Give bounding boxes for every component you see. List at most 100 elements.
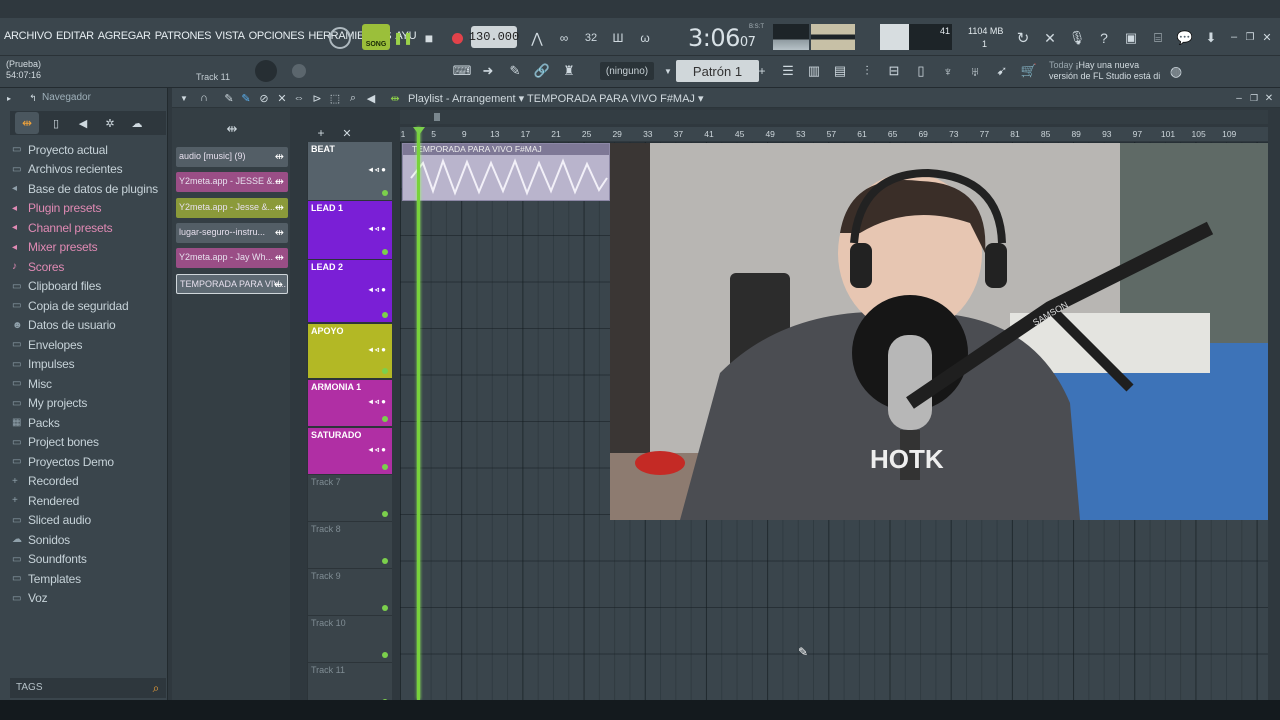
countdown-icon[interactable]: 32	[580, 26, 602, 50]
browser-item[interactable]: ☁ Sonidos	[12, 530, 166, 550]
channel-rack-icon[interactable]: ▤	[830, 60, 850, 82]
piano-roll-icon[interactable]: ▥	[804, 60, 824, 82]
browser-item[interactable]: ▭ Proyecto actual	[12, 140, 166, 160]
clip-item[interactable]: Y2meta.app - Jesse &... ⇹	[176, 197, 288, 218]
track-mute-led[interactable]	[382, 416, 388, 422]
browser-item[interactable]: + Rendered	[12, 491, 166, 511]
track-mute-led[interactable]	[382, 368, 388, 374]
news-panel[interactable]: Today ¡Hay una nueva versión de FL Studio…	[1049, 60, 1160, 82]
menu-agregar[interactable]: AGREGAR	[98, 30, 151, 42]
slip-tool-icon[interactable]: ⇔	[292, 90, 306, 106]
track-mute-led[interactable]	[382, 464, 388, 470]
song-time-display[interactable]: 3:0607	[688, 24, 756, 52]
browser-item[interactable]: ◂ Plugin presets	[12, 199, 166, 219]
horizontal-scrollbar[interactable]	[400, 110, 1268, 124]
arrangement-name[interactable]: TEMPORADA PARA VIVO F#MAJ	[527, 93, 695, 105]
browser-tab-all[interactable]: ⇹	[15, 112, 39, 134]
track-header[interactable]: APOYO ◂ ◃ ●	[308, 324, 392, 378]
browser-item[interactable]: + Recorded	[12, 472, 166, 492]
browser-item[interactable]: ◂ Mixer presets	[12, 238, 166, 258]
browser-item[interactable]: ▦ Packs	[12, 413, 166, 433]
piano-icon[interactable]: ⌨	[452, 60, 472, 82]
arrow-icon[interactable]: ➜	[478, 60, 498, 82]
browser-item[interactable]: ▭ Envelopes	[12, 335, 166, 355]
browser-item[interactable]: ▭ Sliced audio	[12, 511, 166, 531]
browser-item[interactable]: ▭ Archivos recientes	[12, 160, 166, 180]
metronome-icon[interactable]: ⋀	[526, 26, 548, 50]
track-header[interactable]: Track 10	[308, 616, 392, 662]
browser-item[interactable]: ▭ My projects	[12, 394, 166, 414]
track-controls-icon[interactable]: ◂ ◃ ●	[369, 445, 386, 454]
select-tool-icon[interactable]: ⬚	[328, 90, 342, 106]
tuning-fork-icon[interactable]: ♅	[965, 60, 985, 82]
save-icon[interactable]: ▣	[1120, 26, 1142, 50]
clip-item[interactable]: lugar-seguro--instru... ⇹	[176, 222, 288, 243]
vertical-scrollbar[interactable]	[1268, 127, 1280, 700]
browser-item[interactable]: ◂ Base de datos de plugins	[12, 179, 166, 199]
pattern-selector[interactable]: (ninguno)	[600, 62, 654, 80]
delete-tool-icon[interactable]: ⊘	[257, 90, 271, 106]
browser-tab-files[interactable]: ▯	[44, 112, 68, 134]
magnet-icon[interactable]: ∩	[197, 90, 211, 106]
playlist-maximize-icon[interactable]: ❐	[1249, 92, 1259, 104]
video-icon[interactable]: ➹	[992, 60, 1012, 82]
stamp-icon[interactable]: ♜	[559, 60, 579, 82]
track-header[interactable]: LEAD 1 ◂ ◃ ●	[308, 201, 392, 259]
browser-tab-cloud[interactable]: ☁	[125, 112, 149, 134]
menu-vista[interactable]: VISTA	[215, 30, 245, 42]
track-controls-icon[interactable]: ◂ ◃ ●	[369, 345, 386, 354]
browser-item[interactable]: ▭ Clipboard files	[12, 277, 166, 297]
chevron-down-icon[interactable]: ▼	[662, 62, 674, 80]
menu-archivo[interactable]: ARCHIVO	[4, 30, 52, 42]
menu-editar[interactable]: EDITAR	[56, 30, 94, 42]
track-tools-icon[interactable]: ✕	[340, 126, 354, 140]
track-controls-icon[interactable]: ◂ ◃ ●	[369, 285, 386, 294]
track-controls-icon[interactable]: ◂ ◃ ●	[369, 165, 386, 174]
help-icon[interactable]: ?	[1093, 26, 1115, 50]
track-mute-led[interactable]	[382, 312, 388, 318]
cart-icon[interactable]: 🛒	[1019, 60, 1039, 82]
link-icon[interactable]: 🔗	[532, 60, 552, 82]
add-track-button[interactable]: +	[314, 126, 328, 140]
playhead-arrow-icon[interactable]	[413, 127, 425, 135]
timeline-ruler[interactable]: 1 5 9 13 17 21 25 29 33 37 41 45 49 53 57 61 65 69 73 77 81 8…	[400, 127, 1268, 141]
mute-tool-icon[interactable]: ✕	[275, 90, 289, 106]
browser-tab-speaker[interactable]: ◀	[71, 112, 95, 134]
play-button[interactable]: ❚❚	[392, 26, 414, 50]
undo-icon[interactable]: ↻	[1012, 26, 1034, 50]
paint-tool-icon[interactable]: ✎	[239, 90, 253, 106]
globe-icon[interactable]: ◍	[1166, 61, 1186, 81]
browser-item[interactable]: ▭ Templates	[12, 569, 166, 589]
track-header[interactable]: LEAD 2 ◂ ◃ ●	[308, 260, 392, 322]
browser-tab-plugins[interactable]: ✲	[98, 112, 122, 134]
track-controls-icon[interactable]: ◂ ◃ ●	[369, 224, 386, 233]
mixer-icon[interactable]: ⫶	[857, 60, 877, 82]
minimize-icon[interactable]: –	[1228, 30, 1240, 44]
clip-item[interactable]: Y2meta.app - JESSE &... ⇹	[176, 172, 288, 193]
browser-item[interactable]: ☻ Datos de usuario	[12, 316, 166, 336]
playlist-menu-icon[interactable]: ▼	[178, 92, 190, 104]
master-volume-knob[interactable]	[329, 27, 351, 49]
tools-icon[interactable]: ✕	[1039, 26, 1061, 50]
track-controls-icon[interactable]: ◂ ◃ ●	[369, 397, 386, 406]
browser-item[interactable]: ▭ Impulses	[12, 355, 166, 375]
main-pitch-knob[interactable]	[255, 60, 277, 82]
track-header[interactable]: SATURADO ◂ ◃ ●	[308, 428, 392, 474]
browser-item[interactable]: ▭ Proyectos Demo	[12, 452, 166, 472]
pattern-name[interactable]: Patrón 1	[676, 60, 759, 82]
loop-record-icon[interactable]: ω	[634, 26, 656, 50]
search-icon[interactable]: ⌕	[148, 680, 164, 696]
back-arrow-icon[interactable]: ↰	[28, 92, 38, 104]
tags-bar[interactable]: TAGS	[10, 678, 166, 698]
playback-tool-icon[interactable]: ◀	[364, 90, 378, 106]
scrollbar-thumb[interactable]	[434, 113, 440, 121]
plugin-picker-icon[interactable]: ♆	[938, 60, 958, 82]
step-edit-icon[interactable]: Ш	[607, 26, 629, 50]
draw-tool-icon[interactable]: ✎	[222, 90, 236, 106]
playlist-close-icon[interactable]: ✕	[1264, 92, 1274, 104]
browser-item[interactable]: ▭ Voz	[12, 589, 166, 609]
track-header[interactable]: Track 7	[308, 475, 392, 521]
stop-button[interactable]: ■	[420, 26, 438, 50]
track-header[interactable]: Track 9	[308, 569, 392, 615]
pencil-icon[interactable]: ✎	[505, 60, 525, 82]
